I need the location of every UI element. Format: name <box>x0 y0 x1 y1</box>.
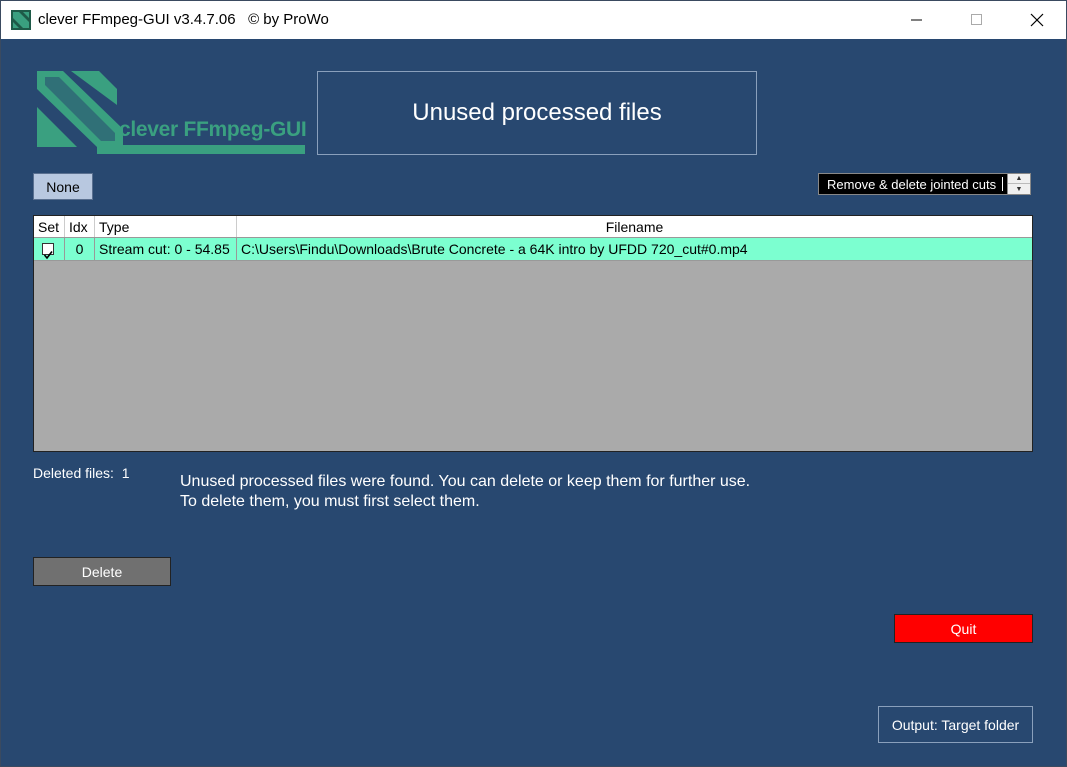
deleted-files-status: Deleted files: 1 <box>33 465 130 481</box>
title-bar[interactable]: clever FFmpeg-GUI v3.4.7.06 © by ProWo <box>1 1 1066 39</box>
row-checkbox[interactable] <box>42 243 54 260</box>
minimize-icon <box>911 19 922 21</box>
text-caret <box>1002 177 1003 191</box>
deleted-files-count: 1 <box>121 465 130 481</box>
page-title: Unused processed files <box>317 71 757 155</box>
quit-button[interactable]: Quit <box>894 614 1033 643</box>
table-header: Set Idx Type Filename <box>34 216 1032 238</box>
info-message: Unused processed files were found. You c… <box>180 472 750 512</box>
window-title: clever FFmpeg-GUI v3.4.7.06 © by ProWo <box>38 11 329 28</box>
table-row[interactable]: 0 Stream cut: 0 - 54.85 C:\Users\Findu\D… <box>34 238 1032 261</box>
delete-button[interactable]: Delete <box>33 557 171 586</box>
files-table[interactable]: Set Idx Type Filename 0 Stream cut: 0 - … <box>33 215 1033 452</box>
app-icon <box>11 10 31 30</box>
minimize-button[interactable] <box>887 1 947 39</box>
page-title-text: Unused processed files <box>412 99 662 126</box>
close-icon <box>1030 13 1044 27</box>
select-none-button[interactable]: None <box>33 173 93 200</box>
chevron-down-icon: ▼ <box>1015 185 1023 193</box>
filename-cell: C:\Users\Findu\Downloads\Brute Concrete … <box>241 241 748 257</box>
maximize-icon <box>971 14 982 25</box>
column-header-filename[interactable]: Filename <box>237 216 1032 237</box>
app-window: clever FFmpeg-GUI v3.4.7.06 © by ProWo c… <box>0 0 1067 767</box>
logo-text: clever FFmpeg-GUI <box>119 118 307 141</box>
mode-spinner-value: Remove & delete jointed cuts <box>827 177 997 192</box>
column-header-idx[interactable]: Idx <box>65 216 95 237</box>
spinner-buttons: ▲ ▼ <box>1007 174 1030 194</box>
logo <box>37 71 305 154</box>
info-message-line2: To delete them, you must first select th… <box>180 493 480 510</box>
spin-up-button[interactable]: ▲ <box>1008 174 1030 184</box>
info-message-line1: Unused processed files were found. You c… <box>180 473 751 490</box>
output-target-folder-button[interactable]: Output: Target folder <box>878 706 1033 743</box>
chevron-up-icon: ▲ <box>1015 175 1023 182</box>
set-cell[interactable] <box>34 238 65 260</box>
deleted-files-label: Deleted files: <box>33 465 114 481</box>
maximize-button[interactable] <box>947 1 1007 39</box>
checkmark-icon <box>43 251 53 260</box>
column-header-type[interactable]: Type <box>95 216 237 237</box>
mode-spinner[interactable]: Remove & delete jointed cuts ▲ ▼ <box>818 173 1031 195</box>
type-cell: Stream cut: 0 - 54.85 <box>95 238 237 260</box>
idx-cell: 0 <box>65 238 95 260</box>
spin-down-button[interactable]: ▼ <box>1008 184 1030 194</box>
column-header-set[interactable]: Set <box>34 216 65 237</box>
close-button[interactable] <box>1007 1 1066 39</box>
